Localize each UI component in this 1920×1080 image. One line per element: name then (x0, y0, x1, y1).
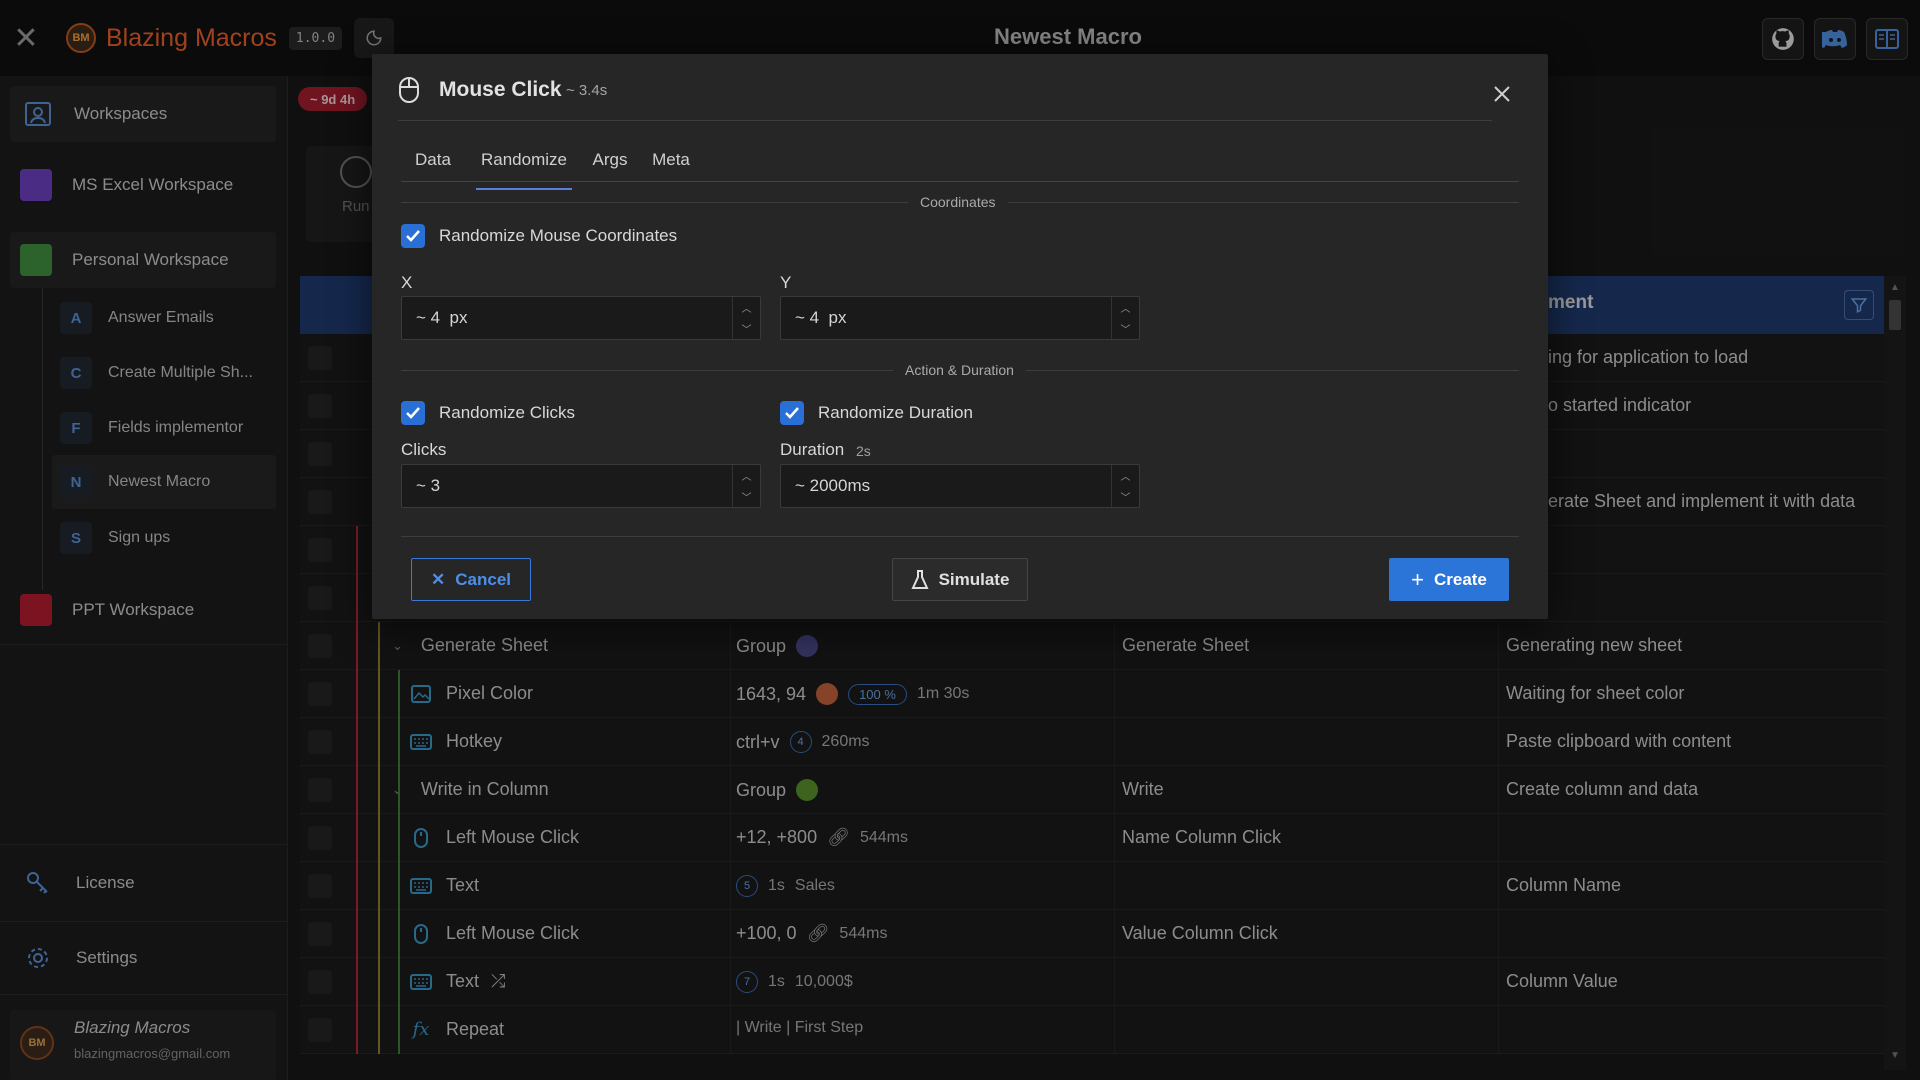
close-icon: ✕ (431, 569, 446, 589)
action-duration-section-label: Action & Duration (893, 362, 1026, 378)
duration-stepper[interactable]: ︿﹀ (780, 464, 1140, 508)
x-label: X (401, 273, 413, 292)
randomize-duration-checkbox[interactable] (780, 401, 804, 425)
simulate-button[interactable]: Simulate (892, 558, 1028, 601)
duration-input[interactable] (781, 465, 1111, 507)
check-icon (785, 407, 799, 419)
y-input[interactable] (781, 297, 1111, 339)
increment-icon[interactable]: ︿ (733, 297, 760, 318)
dialog-title: Mouse Click (439, 78, 562, 101)
randomize-clicks-checkbox[interactable] (401, 401, 425, 425)
x-stepper[interactable]: ︿﹀ (401, 296, 761, 340)
decrement-icon[interactable]: ﹀ (1112, 318, 1139, 339)
create-label: Create (1433, 569, 1487, 589)
decrement-icon[interactable]: ﹀ (733, 486, 760, 507)
randomize-coordinates-label: Randomize Mouse Coordinates (439, 226, 678, 245)
coordinates-section-label: Coordinates (908, 194, 1008, 210)
create-button[interactable]: + Create (1389, 558, 1509, 601)
tab-meta[interactable]: Meta (648, 150, 694, 190)
check-icon (406, 230, 420, 242)
decrement-icon[interactable]: ﹀ (733, 318, 760, 339)
tab-data[interactable]: Data (408, 150, 458, 190)
plus-icon: + (1411, 566, 1424, 592)
tabs-underline (401, 181, 1519, 182)
cancel-button[interactable]: ✕ Cancel (411, 558, 531, 601)
close-icon (1494, 86, 1510, 102)
mouse-click-dialog: Mouse Click ~ 3.4s Data Randomize Args M… (372, 54, 1548, 619)
y-stepper[interactable]: ︿﹀ (780, 296, 1140, 340)
simulate-label: Simulate (938, 569, 1010, 589)
tab-args[interactable]: Args (590, 150, 630, 190)
cancel-label: Cancel (455, 569, 511, 589)
tab-randomize[interactable]: Randomize (476, 150, 572, 190)
increment-icon[interactable]: ︿ (1112, 297, 1139, 318)
increment-icon[interactable]: ︿ (1112, 465, 1139, 486)
randomize-clicks-label: Randomize Clicks (439, 403, 576, 422)
duration-hint: 2s (856, 443, 871, 459)
divider (398, 120, 1492, 121)
clicks-input[interactable] (402, 465, 732, 507)
flask-icon (911, 569, 929, 589)
clicks-stepper[interactable]: ︿﹀ (401, 464, 761, 508)
x-input[interactable] (402, 297, 732, 339)
randomize-coordinates-checkbox[interactable] (401, 224, 425, 248)
divider (401, 536, 1519, 537)
decrement-icon[interactable]: ﹀ (1112, 486, 1139, 507)
duration-label: Duration (780, 440, 845, 459)
dialog-duration: ~ 3.4s (566, 82, 608, 99)
mouse-icon (398, 76, 420, 109)
y-label: Y (780, 273, 792, 292)
check-icon (406, 407, 420, 419)
randomize-duration-label: Randomize Duration (818, 403, 973, 422)
increment-icon[interactable]: ︿ (733, 465, 760, 486)
clicks-label: Clicks (401, 440, 447, 459)
close-dialog-button[interactable] (1490, 82, 1514, 106)
